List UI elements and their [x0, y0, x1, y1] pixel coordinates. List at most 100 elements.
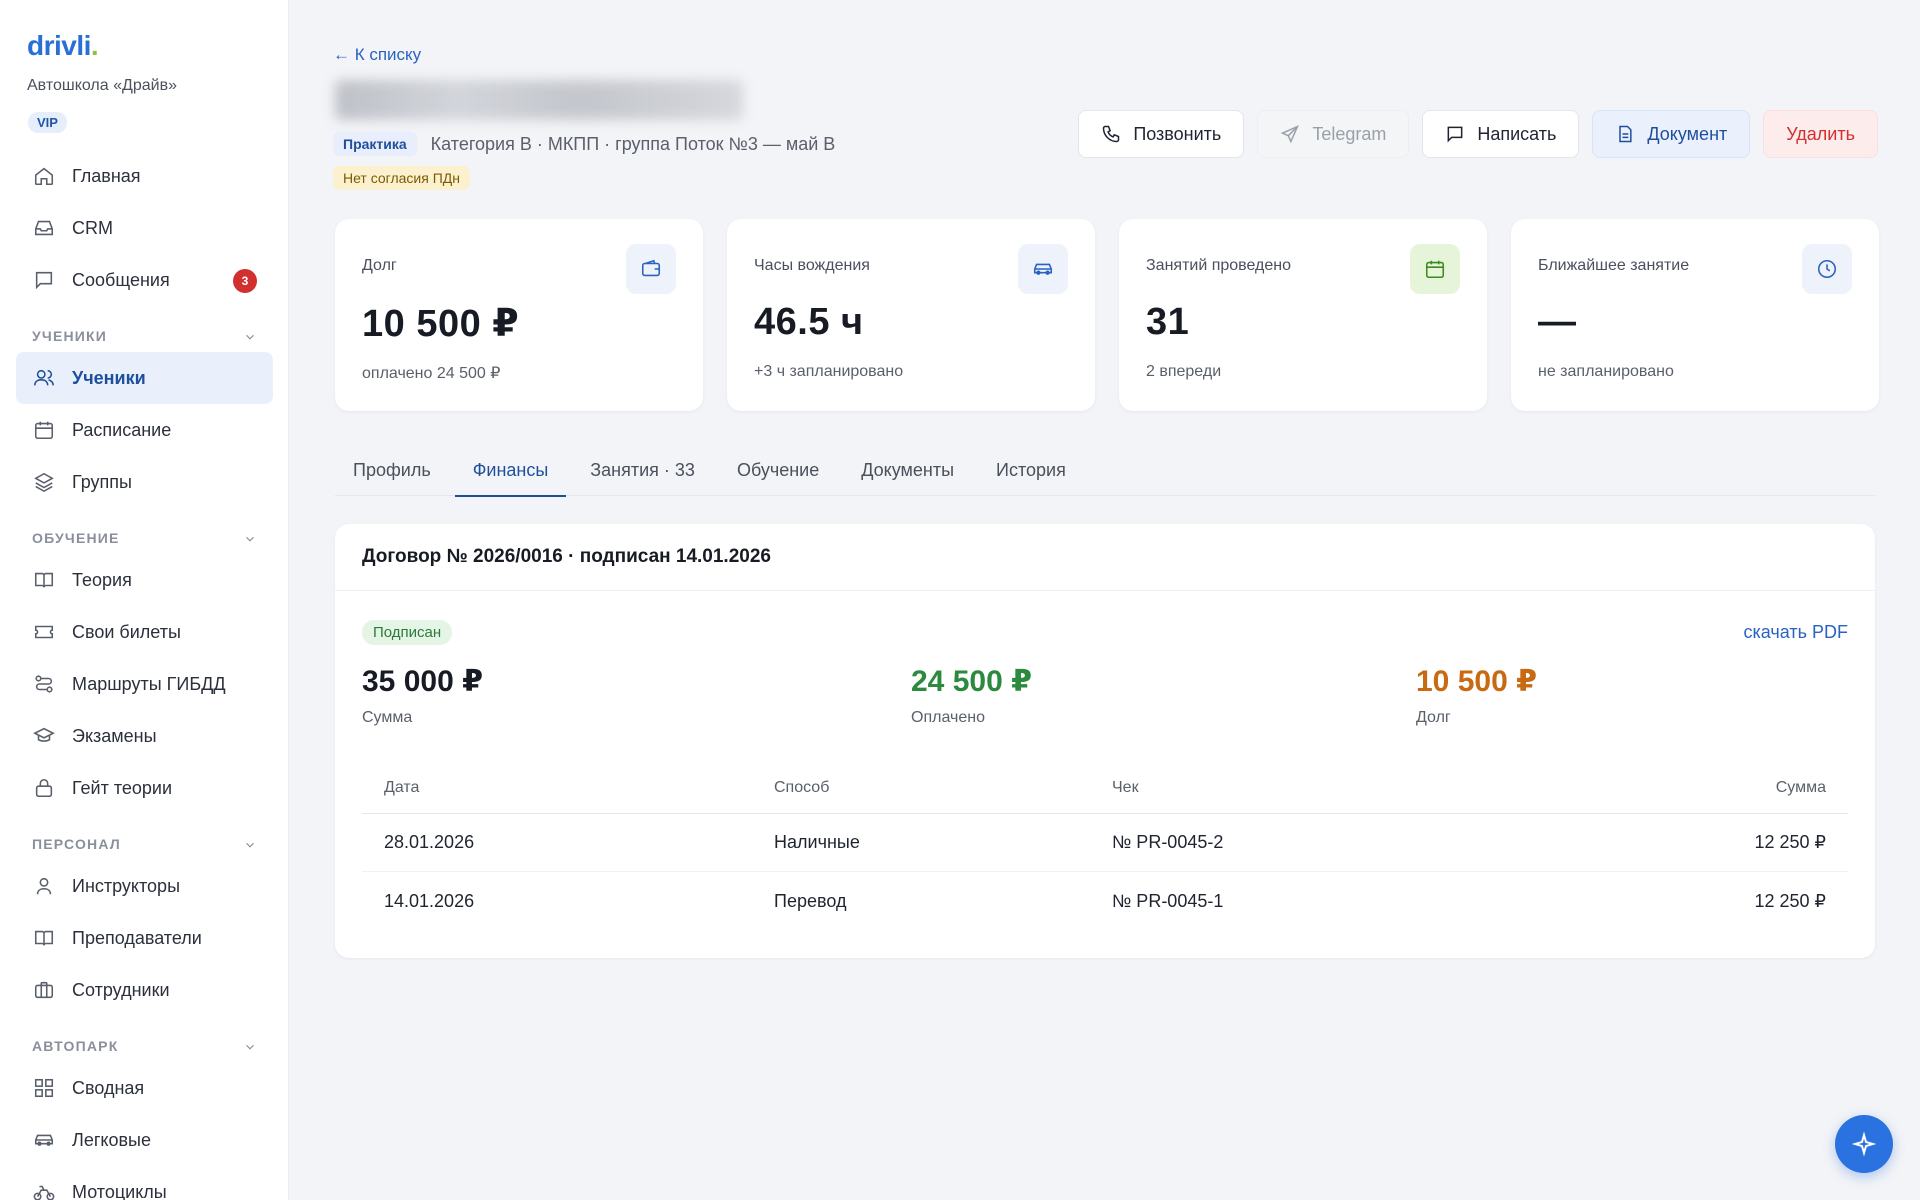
send-icon	[1280, 124, 1300, 144]
tab-history[interactable]: История	[978, 444, 1084, 496]
column-header-date[interactable]: Дата	[362, 779, 774, 797]
amount-value: 24 500 ₽	[911, 665, 1032, 698]
document-icon	[1615, 124, 1635, 144]
sidebar-item-label: Маршруты ГИБДД	[72, 673, 226, 694]
sidebar-item-crm[interactable]: CRM	[16, 202, 273, 254]
stat-label: Часы вождения	[754, 257, 870, 274]
sidebar-item-schedule[interactable]: Расписание	[16, 404, 273, 456]
student-name-redacted	[335, 80, 743, 120]
chevron-down-icon	[246, 1044, 254, 1050]
tab-lessons[interactable]: Занятия · 33	[572, 444, 713, 496]
lock-icon	[32, 776, 56, 800]
school-name: Автошкола «Драйв»	[27, 77, 177, 94]
layers-icon	[32, 470, 56, 494]
sidebar-item-summary[interactable]: Сводная	[16, 1062, 273, 1114]
amount-value: 35 000 ₽	[362, 665, 483, 698]
wallet-icon	[626, 244, 676, 294]
delete-button[interactable]: Удалить	[1763, 110, 1878, 158]
tab-finance[interactable]: Финансы	[454, 444, 567, 497]
sidebar-item-label: Гейт теории	[72, 777, 173, 798]
contract-total: 35 000 ₽ Сумма	[362, 664, 483, 727]
document-button[interactable]: Документ	[1592, 110, 1751, 158]
tab-documents[interactable]: Документы	[843, 444, 972, 496]
back-to-list-link[interactable]: ← К списку	[333, 45, 421, 65]
sidebar-item-messages[interactable]: Сообщения 3	[16, 254, 273, 306]
section-staff[interactable]: ПЕРСОНАЛ	[0, 814, 288, 860]
section-training[interactable]: ОБУЧЕНИЕ	[0, 508, 288, 554]
cell-date: 14.01.2026	[384, 890, 475, 911]
table-row[interactable]: 14.01.2026 Перевод № PR-0045-1 12 250 ₽	[362, 872, 1848, 930]
sidebar-item-students[interactable]: Ученики	[16, 352, 273, 404]
section-title: УЧЕНИКИ	[32, 328, 108, 344]
table-header: Дата Способ Чек Сумма	[362, 762, 1848, 814]
section-fleet[interactable]: АВТОПАРК	[0, 1016, 288, 1062]
section-students[interactable]: УЧЕНИКИ	[0, 306, 288, 352]
table-row[interactable]: 28.01.2026 Наличные № PR-0045-2 12 250 ₽	[362, 814, 1848, 872]
calendar-icon	[32, 418, 56, 442]
stat-sub: 2 впереди	[1146, 363, 1222, 380]
sidebar-item-tickets[interactable]: Свои билеты	[16, 606, 273, 658]
amount-caption: Долг	[1416, 709, 1451, 726]
chevron-down-icon	[246, 334, 254, 340]
book-icon	[32, 568, 56, 592]
stat-label: Долг	[362, 257, 397, 274]
consent-warning-chip: Нет согласия ПДн	[333, 166, 470, 190]
cell-receipt: № PR-0045-2	[1112, 832, 1224, 852]
sidebar-item-label: Легковые	[72, 1129, 151, 1150]
column-header-receipt[interactable]: Чек	[1112, 779, 1612, 797]
sidebar-item-motorcycles[interactable]: Мотоциклы	[16, 1166, 273, 1200]
stat-value: 31	[1146, 301, 1190, 343]
main-content: ← К списку Практика Категория B · МКПП ·…	[289, 0, 1920, 1200]
tab-training[interactable]: Обучение	[719, 444, 837, 496]
tab-profile[interactable]: Профиль	[335, 444, 449, 496]
sidebar-item-label: Главная	[72, 165, 141, 186]
sidebar-item-employees[interactable]: Сотрудники	[16, 964, 273, 1016]
delete-button-label: Удалить	[1786, 123, 1855, 144]
vip-badge: VIP	[28, 112, 67, 133]
sidebar-item-label: Сводная	[72, 1077, 145, 1098]
sidebar-item-teachers[interactable]: Преподаватели	[16, 912, 273, 964]
stat-value: 10 500 ₽	[362, 303, 520, 345]
sidebar-item-exams[interactable]: Экзамены	[16, 710, 273, 762]
contract-title: Договор № 2026/0016 · подписан 14.01.202…	[335, 524, 1875, 591]
cell-amount: 12 250 ₽	[1754, 890, 1826, 911]
bike-icon	[32, 1180, 56, 1200]
payments-table: Дата Способ Чек Сумма 28.01.2026 Наличны…	[362, 762, 1848, 930]
write-button[interactable]: Написать	[1422, 110, 1580, 158]
sidebar-item-label: Ученики	[72, 367, 146, 388]
sidebar-item-label: Свои билеты	[72, 621, 181, 642]
sidebar-item-home[interactable]: Главная	[16, 150, 273, 202]
telegram-button[interactable]: Telegram	[1257, 110, 1410, 158]
section-title: ПЕРСОНАЛ	[32, 836, 121, 852]
ticket-icon	[32, 620, 56, 644]
home-icon	[32, 164, 56, 188]
car-icon	[1018, 244, 1068, 294]
cell-amount: 12 250 ₽	[1754, 832, 1826, 852]
sidebar-item-cars[interactable]: Легковые	[16, 1114, 273, 1166]
sidebar-item-label: Сообщения	[72, 269, 170, 290]
column-header-method[interactable]: Способ	[774, 779, 1112, 797]
stats-row: Долг 10 500 ₽ оплачено 24 500 ₽ Часы вож…	[335, 219, 1879, 411]
assistant-fab-button[interactable]	[1835, 1115, 1893, 1173]
sidebar-item-instructors[interactable]: Инструкторы	[16, 860, 273, 912]
user-icon	[32, 874, 56, 898]
clock-icon	[1802, 244, 1852, 294]
stat-label: Ближайшее занятие	[1538, 257, 1690, 274]
amount-caption: Сумма	[362, 709, 413, 726]
action-bar: Позвонить Telegram Написать Документ Уда…	[1078, 110, 1878, 158]
sidebar-item-routes[interactable]: Маршруты ГИБДД	[16, 658, 273, 710]
call-button[interactable]: Позвонить	[1078, 110, 1245, 158]
sidebar-item-theory[interactable]: Теория	[16, 554, 273, 606]
column-header-amount[interactable]: Сумма	[1612, 779, 1848, 797]
call-button-label: Позвонить	[1133, 123, 1222, 144]
chat-icon	[1445, 124, 1465, 144]
sidebar-item-theory-gate[interactable]: Гейт теории	[16, 762, 273, 814]
calendar-icon	[1410, 244, 1460, 294]
download-pdf-link[interactable]: скачать PDF	[1743, 622, 1848, 643]
brand-logo[interactable]: drivli.	[27, 30, 99, 62]
stat-label: Занятий проведено	[1146, 257, 1292, 274]
student-subtitle: Категория B · МКПП · группа Поток №3 — м…	[430, 133, 836, 154]
sidebar-item-groups[interactable]: Группы	[16, 456, 273, 508]
contract-paid: 24 500 ₽ Оплачено	[911, 664, 1032, 727]
stat-value: —	[1538, 301, 1577, 343]
